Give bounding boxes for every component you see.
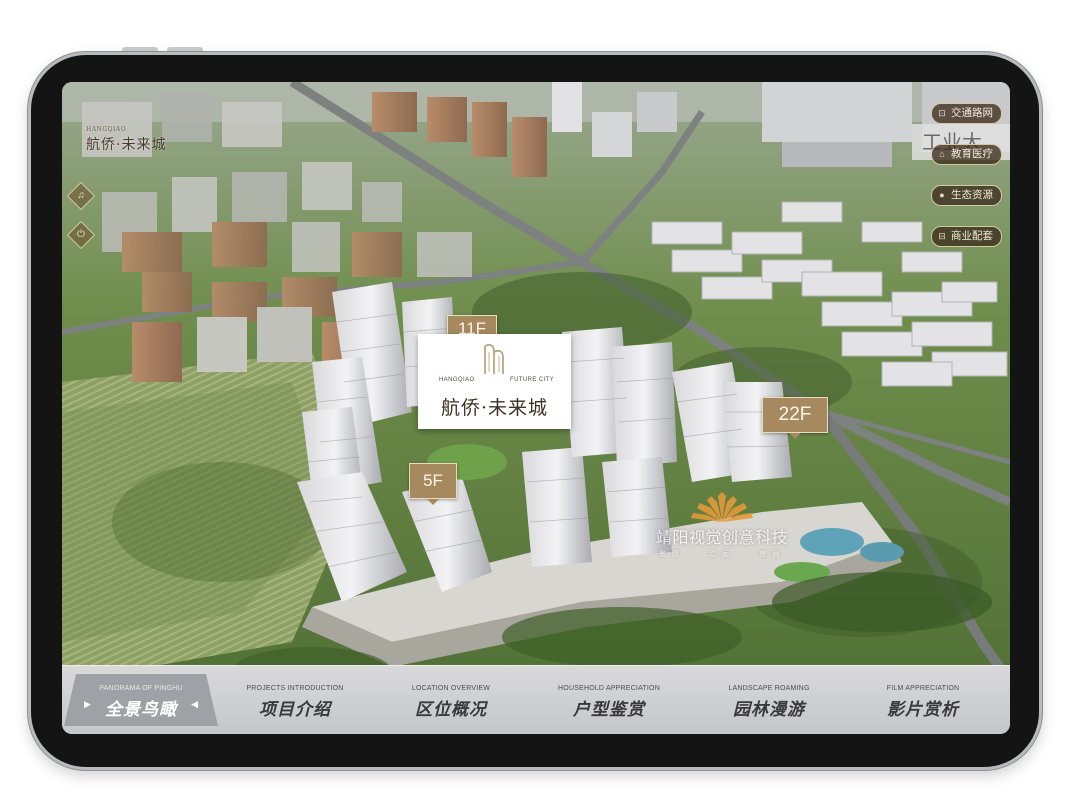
corner-logo-cn: 航侨·未来城: [86, 137, 167, 153]
watermark-cn: 靖阳视觉创意科技: [656, 530, 789, 547]
sun-logo-icon: [691, 492, 753, 522]
corner-logo: HANGQIAO 航侨·未来城: [86, 126, 166, 154]
tab-film[interactable]: FILM APPRECIATION 影片赏析: [846, 666, 1000, 734]
tab-project-intro-en: PROJECTS INTRODUCTION: [246, 685, 344, 692]
nav-ecology-label: 生态资源: [951, 189, 993, 201]
nav-ecology-button[interactable]: ● 生态资源: [931, 185, 1002, 206]
nav-traffic-button[interactable]: ⊡ 交通路网: [931, 103, 1002, 124]
tab-location-cn: 区位概况: [415, 700, 487, 720]
floor-tag-5f[interactable]: 5F: [409, 463, 457, 505]
tab-location-en: LOCATION OVERVIEW: [411, 685, 491, 692]
brand-cn-name: 航侨·未来城: [440, 397, 549, 419]
shop-icon: ⊟: [938, 231, 946, 241]
tab-right-arrow-icon: ◀: [191, 699, 198, 709]
tab-household[interactable]: HOUSEHOLD APPRECIATION 户型鉴赏: [532, 666, 686, 734]
school-icon: ⌂: [939, 149, 945, 159]
nav-commerce-button[interactable]: ⊟ 商业配套: [931, 226, 1002, 247]
tab-film-cn: 影片赏析: [887, 700, 959, 720]
bottom-menu-bar: ▶ PANORAMA OF PINGHU 全景鸟瞰 ◀ PROJECTS INT…: [62, 665, 1010, 734]
nav-education-label: 教育医疗: [951, 148, 993, 160]
tab-panorama-en: PANORAMA OF PINGHU: [99, 685, 183, 692]
tab-household-en: HOUSEHOLD APPRECIATION: [558, 685, 660, 692]
tab-landscape-cn: 园林漫游: [733, 700, 805, 720]
project-logo-mark: [484, 344, 504, 374]
studio-watermark: 靖阳视觉创意科技 景观 · 动画 · 官网: [656, 490, 788, 559]
project-brand-card[interactable]: HANGQIAO FUTURE CITY 航侨·未来城: [418, 334, 571, 429]
brand-en-right: FUTURE CITY: [510, 377, 555, 383]
tab-project-intro-cn: 项目介绍: [259, 700, 331, 720]
tab-left-arrow-icon: ▶: [84, 699, 91, 709]
app-screen: HANGQIAO 航侨·未来城 ♫ ⏻ 工业大 ⊡ 交通路网 ⌂ 教育医疗 ● …: [62, 82, 1010, 734]
tab-landscape[interactable]: LANDSCAPE ROAMING 园林漫游: [692, 666, 846, 734]
bus-icon: ⊡: [938, 108, 946, 118]
tab-panorama[interactable]: ▶ PANORAMA OF PINGHU 全景鸟瞰 ◀: [64, 674, 218, 726]
tab-household-cn: 户型鉴赏: [573, 700, 645, 720]
nav-education-button[interactable]: ⌂ 教育医疗: [931, 144, 1002, 165]
leaf-icon: ●: [939, 190, 945, 200]
tab-landscape-en: LANDSCAPE ROAMING: [728, 685, 810, 692]
tab-film-en: FILM APPRECIATION: [886, 685, 960, 692]
tab-project-intro[interactable]: PROJECTS INTRODUCTION 项目介绍: [218, 666, 372, 734]
corner-logo-en: HANGQIAO: [86, 126, 127, 133]
nav-commerce-label: 商业配套: [951, 230, 993, 242]
music-icon: ♫: [77, 190, 85, 201]
tab-location[interactable]: LOCATION OVERVIEW 区位概况: [374, 666, 528, 734]
nav-traffic-label: 交通路网: [951, 107, 993, 119]
power-icon: ⏻: [77, 229, 85, 240]
watermark-sub: 景观 · 动画 · 官网: [658, 551, 786, 558]
brand-en-left: HANGQIAO: [439, 377, 475, 383]
floor-tag-22f[interactable]: 22F: [762, 397, 828, 439]
